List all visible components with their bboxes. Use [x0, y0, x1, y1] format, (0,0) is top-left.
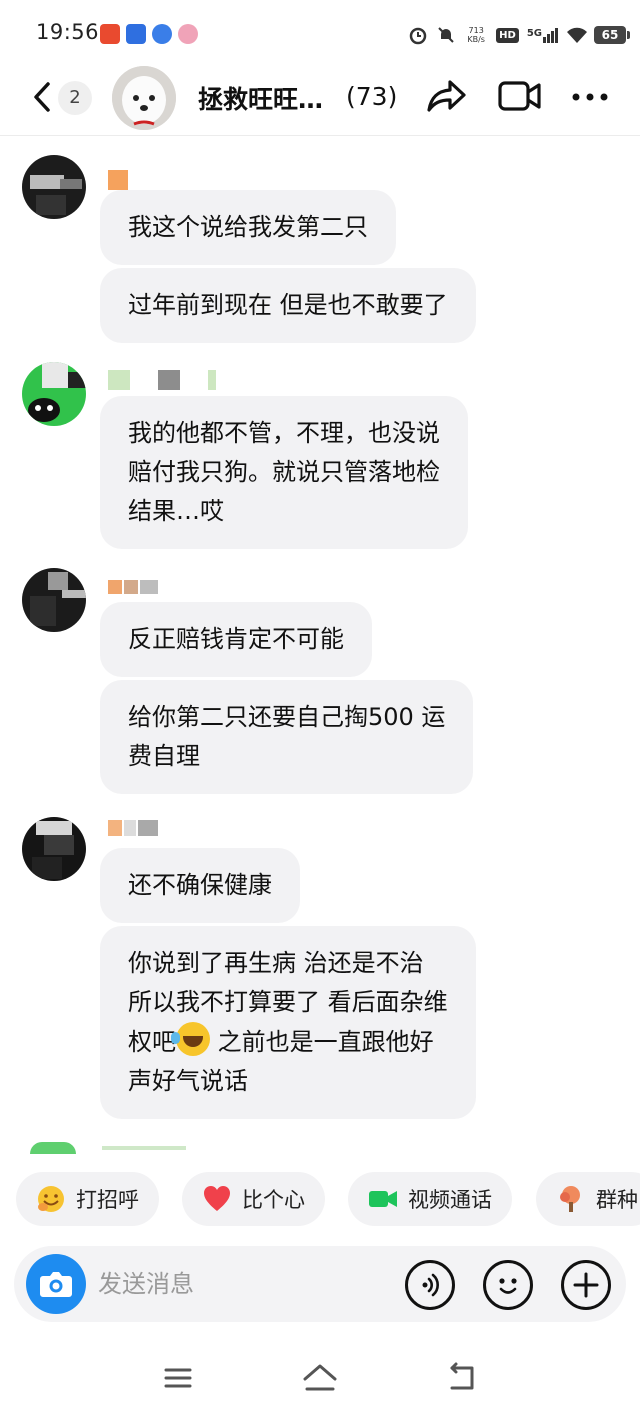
message-line: 费自理	[128, 742, 200, 770]
sender-avatar[interactable]	[22, 362, 86, 426]
chip-label: 视频通话	[408, 1188, 492, 1212]
voice-button[interactable]	[405, 1260, 455, 1310]
camera-button[interactable]	[26, 1254, 86, 1314]
sender-name-blurred	[108, 820, 158, 836]
message-fragment: 之前也是一直跟他好	[217, 1028, 434, 1056]
message-line: 所以我不打算要了 看后面杂维	[128, 988, 448, 1016]
chip-label: 比个心	[242, 1188, 305, 1212]
mute-bell-icon	[436, 25, 456, 45]
network-type: 5G	[526, 27, 542, 39]
message-input[interactable]	[98, 1264, 378, 1304]
share-button[interactable]	[426, 78, 468, 114]
unread-count-badge[interactable]: 2	[58, 81, 92, 115]
back-nav-button[interactable]	[442, 1360, 482, 1396]
message-line: 你说到了再生病 治还是不治	[128, 949, 424, 977]
sender-name-blurred	[108, 580, 158, 594]
message-bubble[interactable]: 过年前到现在 但是也不敢要了	[100, 268, 476, 343]
partial-next-message	[30, 1140, 190, 1154]
chip-label: 打招呼	[76, 1188, 139, 1212]
back-button[interactable]	[30, 80, 56, 114]
message-bubble[interactable]: 反正赔钱肯定不可能	[100, 602, 372, 677]
app-notification-icon	[100, 24, 120, 44]
system-nav-bar	[0, 1340, 640, 1416]
message-line: 结果…哎	[128, 497, 224, 525]
home-button[interactable]	[300, 1360, 340, 1396]
message-bubble[interactable]: 我这个说给我发第二只	[100, 190, 396, 265]
app-notification-icon	[178, 24, 198, 44]
signal-5g-icon: 5G	[526, 27, 558, 43]
status-time: 19:56	[36, 20, 100, 44]
message-line: 我的他都不管，不理，也没说	[128, 419, 440, 447]
hd-badge: HD	[496, 27, 519, 43]
quick-reply-video-call[interactable]: 视频通话	[348, 1172, 512, 1226]
network-speed: 713 KB/s	[464, 26, 488, 44]
hug-emoji-icon	[36, 1184, 66, 1214]
video-camera-icon	[368, 1184, 398, 1214]
emoji-button[interactable]	[483, 1260, 533, 1310]
recent-apps-button[interactable]	[158, 1360, 198, 1396]
message-input-bar	[14, 1246, 626, 1322]
sender-name-blurred	[108, 170, 128, 190]
tree-icon	[556, 1184, 586, 1214]
sender-avatar[interactable]	[22, 155, 86, 219]
battery-indicator: 65	[594, 26, 630, 44]
quick-reply-group-tree[interactable]: 群种	[536, 1172, 640, 1226]
app-notification-icon	[126, 24, 146, 44]
quick-reply-heart[interactable]: 比个心	[182, 1172, 325, 1226]
group-avatar[interactable]	[112, 66, 176, 130]
chat-header: 2 拯救旺旺… (73)	[0, 66, 640, 136]
paw-notification-icon	[152, 24, 172, 44]
message-bubble[interactable]: 你说到了再生病 治还是不治 所以我不打算要了 看后面杂维 权吧 之前也是一直跟他…	[100, 926, 476, 1119]
message-line: 权吧 之前也是一直跟他好	[128, 1022, 448, 1062]
wifi-icon	[566, 25, 587, 45]
sender-avatar[interactable]	[22, 817, 86, 881]
laughing-tears-emoji-icon	[171, 1022, 210, 1056]
message-bubble[interactable]: 我的他都不管，不理，也没说 赔付我只狗。就说只管落地检 结果…哎	[100, 396, 468, 549]
alarm-icon	[408, 25, 428, 45]
heart-icon	[202, 1184, 232, 1214]
message-line: 赔付我只狗。就说只管落地检	[128, 458, 440, 486]
message-bubble[interactable]: 给你第二只还要自己掏500 运 费自理	[100, 680, 474, 794]
message-fragment: 权吧	[128, 1028, 176, 1056]
more-options-button[interactable]	[570, 82, 610, 112]
quick-reply-greet[interactable]: 打招呼	[16, 1172, 159, 1226]
group-title[interactable]: 拯救旺旺…	[198, 80, 323, 116]
network-speed-value: 713	[468, 26, 484, 35]
sender-avatar[interactable]	[22, 568, 86, 632]
network-speed-unit: KB/s	[467, 35, 485, 44]
status-bar: 19:56 713 KB/s HD 5G 65	[0, 0, 640, 66]
chip-label: 群种	[596, 1188, 638, 1212]
video-call-button[interactable]	[498, 80, 542, 112]
add-button[interactable]	[561, 1260, 611, 1310]
message-line: 声好气说话	[128, 1067, 248, 1095]
message-bubble[interactable]: 还不确保健康	[100, 848, 300, 923]
sender-name-blurred	[108, 370, 216, 390]
member-count: (73)	[346, 82, 398, 111]
message-line: 给你第二只还要自己掏500 运	[128, 703, 446, 731]
